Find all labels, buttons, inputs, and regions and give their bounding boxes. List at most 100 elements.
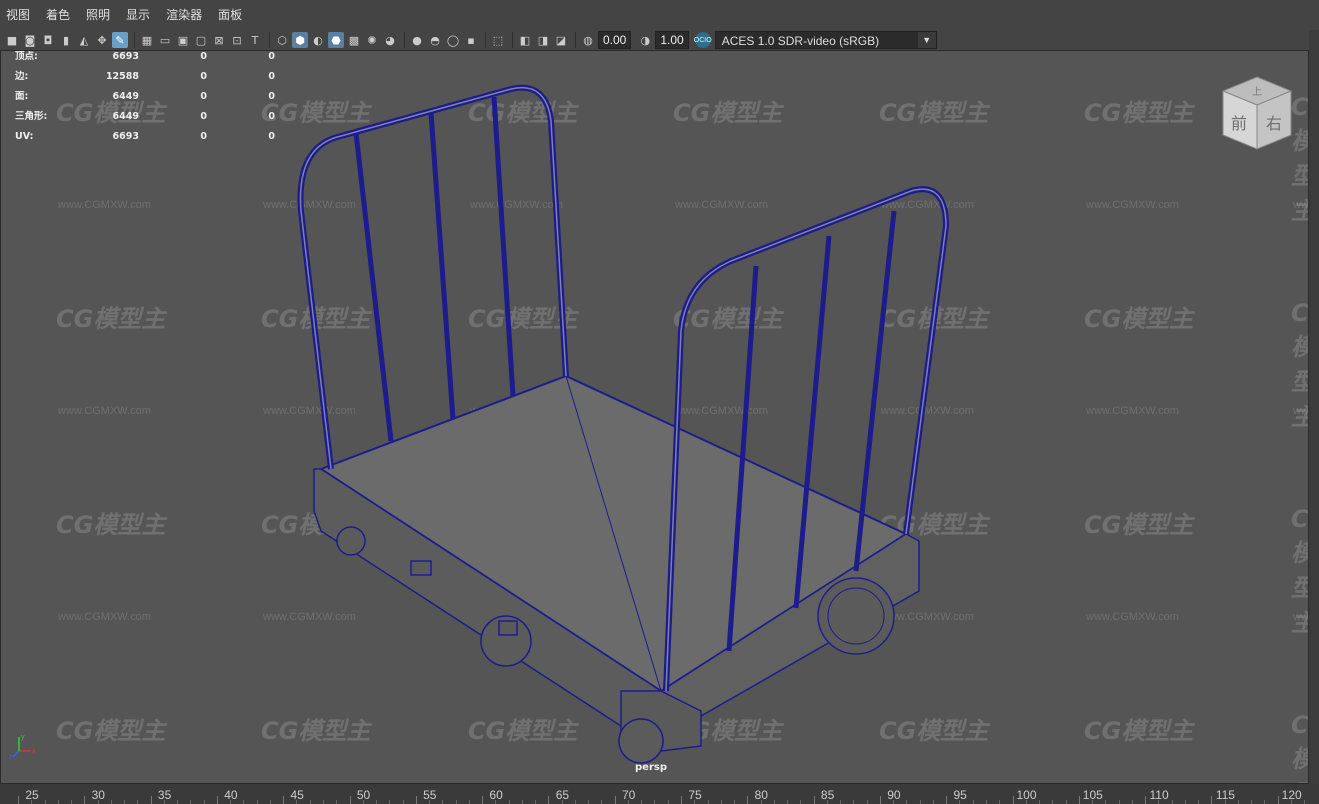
view-transform-select[interactable]: ACES 1.0 SDR-video (sRGB) ▼ — [714, 31, 937, 49]
motion-blur-icon[interactable]: ◓ — [427, 32, 443, 48]
timeline-tick-mark — [614, 796, 616, 804]
resolution-gate-icon[interactable]: ▣ — [175, 32, 191, 48]
timeline-minor-tick — [1171, 800, 1173, 804]
color-management-icon[interactable]: OCIO — [694, 32, 712, 48]
time-slider[interactable]: 25 30 35 40 45 50 55 60 65 70 75 80 85 90 95 100 105 110 1… — [0, 784, 1319, 804]
toolbar-divider — [485, 32, 486, 48]
view-cube-right-label: 右 — [1266, 114, 1282, 133]
screen-space-ao-icon[interactable]: ● — [409, 32, 425, 48]
timeline-minor-tick — [999, 800, 1001, 804]
menu-show[interactable]: 显示 — [118, 0, 158, 30]
timeline-minor-tick — [376, 800, 378, 804]
timeline-minor-tick — [1237, 800, 1239, 804]
axis-gizmo: x y z — [9, 734, 36, 761]
chevron-down-icon[interactable]: ▼ — [917, 32, 936, 48]
timeline-tick-mark — [548, 796, 550, 804]
panel-scrollbar[interactable] — [1309, 30, 1319, 784]
gamma-icon[interactable]: ◑ — [637, 32, 653, 48]
two-d-pan-zoom-icon[interactable]: ✥ — [94, 32, 110, 48]
timeline-minor-tick — [455, 800, 457, 804]
timeline-minor-tick — [972, 800, 974, 804]
timeline-minor-tick — [601, 800, 603, 804]
field-chart-icon[interactable]: ⊠ — [211, 32, 227, 48]
timeline-minor-tick — [243, 800, 245, 804]
timeline-tick-mark — [879, 796, 881, 804]
menu-panels[interactable]: 面板 — [210, 0, 250, 30]
toolbar-divider — [269, 32, 270, 48]
default-material-icon[interactable]: ◐ — [310, 32, 326, 48]
timeline-minor-tick — [1039, 800, 1041, 804]
timeline-tick-mark — [283, 796, 285, 804]
cart-wireframe-model[interactable] — [1, 51, 1309, 784]
timeline-minor-tick — [654, 800, 656, 804]
timeline-minor-tick — [787, 800, 789, 804]
timeline-minor-tick — [269, 800, 271, 804]
timeline-tick-mark — [1277, 796, 1279, 804]
timeline-minor-tick — [760, 800, 762, 804]
anti-aliasing-icon[interactable]: ◯ — [445, 32, 461, 48]
timeline-minor-tick — [1264, 800, 1266, 804]
xray-components-icon[interactable]: ◪ — [553, 32, 569, 48]
exposure-icon[interactable]: ◍ — [580, 32, 596, 48]
timeline-minor-tick — [31, 800, 33, 804]
xray-icon[interactable]: ◧ — [517, 32, 533, 48]
wireframe-icon[interactable]: ⬡ — [274, 32, 290, 48]
view-cube[interactable]: 上 前 右 — [1219, 73, 1295, 153]
use-all-lights-icon[interactable]: ✺ — [364, 32, 380, 48]
grid-icon[interactable]: ▦ — [139, 32, 155, 48]
menu-view[interactable]: 视图 — [0, 0, 38, 30]
timeline-minor-tick — [203, 800, 205, 804]
timeline-minor-tick — [734, 800, 736, 804]
xray-joints-icon[interactable]: ◨ — [535, 32, 551, 48]
perspective-viewport[interactable]: CG模型主 www.CGMXW.com CG模型主 www.CGMXW.com CG模型… — [0, 50, 1309, 784]
timeline-tick-mark — [84, 796, 86, 804]
grease-pencil-icon[interactable]: ✎ — [112, 32, 128, 48]
timeline-minor-tick — [97, 800, 99, 804]
shadows-icon[interactable]: ◕ — [382, 32, 398, 48]
hud-row-triangles: 三角形: 6449 0 0 — [15, 111, 275, 122]
panel-menu-bar: 视图 着色 照明 显示 渲染器 面板 — [0, 0, 1319, 31]
menu-renderer[interactable]: 渲染器 — [158, 0, 210, 30]
image-plane-icon[interactable]: ◭ — [76, 32, 92, 48]
timeline-minor-tick — [508, 800, 510, 804]
timeline-minor-tick — [627, 800, 629, 804]
timeline-minor-tick — [919, 800, 921, 804]
bookmark-icon[interactable]: ▮ — [58, 32, 74, 48]
wireframe-on-shaded-icon[interactable]: ⬣ — [328, 32, 344, 48]
timeline-minor-tick — [893, 800, 895, 804]
timeline-minor-tick — [932, 800, 934, 804]
timeline-minor-tick — [521, 800, 523, 804]
timeline-tick-mark — [747, 796, 749, 804]
gamma-field[interactable]: 1.00 — [655, 31, 689, 49]
timeline-minor-tick — [137, 800, 139, 804]
film-gate-icon[interactable]: ▭ — [157, 32, 173, 48]
timeline-minor-tick — [429, 800, 431, 804]
safe-action-icon[interactable]: ⊡ — [229, 32, 245, 48]
wheel-front-left — [618, 718, 664, 764]
menu-lighting[interactable]: 照明 — [78, 0, 118, 30]
timeline-minor-tick — [588, 800, 590, 804]
depth-of-field-icon[interactable]: ▪ — [463, 32, 479, 48]
timeline-minor-tick — [110, 800, 112, 804]
timeline-minor-tick — [1224, 800, 1226, 804]
smooth-shade-icon[interactable]: ⬢ — [292, 32, 308, 48]
menu-shading[interactable]: 着色 — [38, 0, 78, 30]
exposure-field[interactable]: 0.00 — [598, 31, 632, 49]
timeline-tick-mark — [813, 796, 815, 804]
timeline-tick-mark — [150, 796, 152, 804]
hud-row-vertices: 顶点: 6693 0 0 — [15, 51, 275, 62]
timeline-tick-mark — [18, 796, 19, 804]
timeline-minor-tick — [1092, 800, 1094, 804]
select-camera-icon[interactable]: ■ — [4, 32, 20, 48]
view-cube-top-label: 上 — [1252, 86, 1262, 98]
panel-toolbar: ■ ◙ ◘ ▮ ◭ ✥ ✎ ▦ ▭ ▣ ▢ ⊠ ⊡ T ⬡ ⬢ ◐ ⬣ ▩ ✺ … — [0, 30, 1309, 50]
timeline-tick-mark — [1012, 796, 1014, 804]
bookmark-camera-icon[interactable]: ◘ — [40, 32, 56, 48]
textured-icon[interactable]: ▩ — [346, 32, 362, 48]
timeline-minor-tick — [694, 800, 696, 804]
timeline-minor-tick — [495, 800, 497, 804]
isolate-select-icon[interactable]: ⬚ — [490, 32, 506, 48]
camera-attributes-icon[interactable]: ◙ — [22, 32, 38, 48]
safe-title-icon[interactable]: T — [247, 32, 263, 48]
gate-mask-icon[interactable]: ▢ — [193, 32, 209, 48]
